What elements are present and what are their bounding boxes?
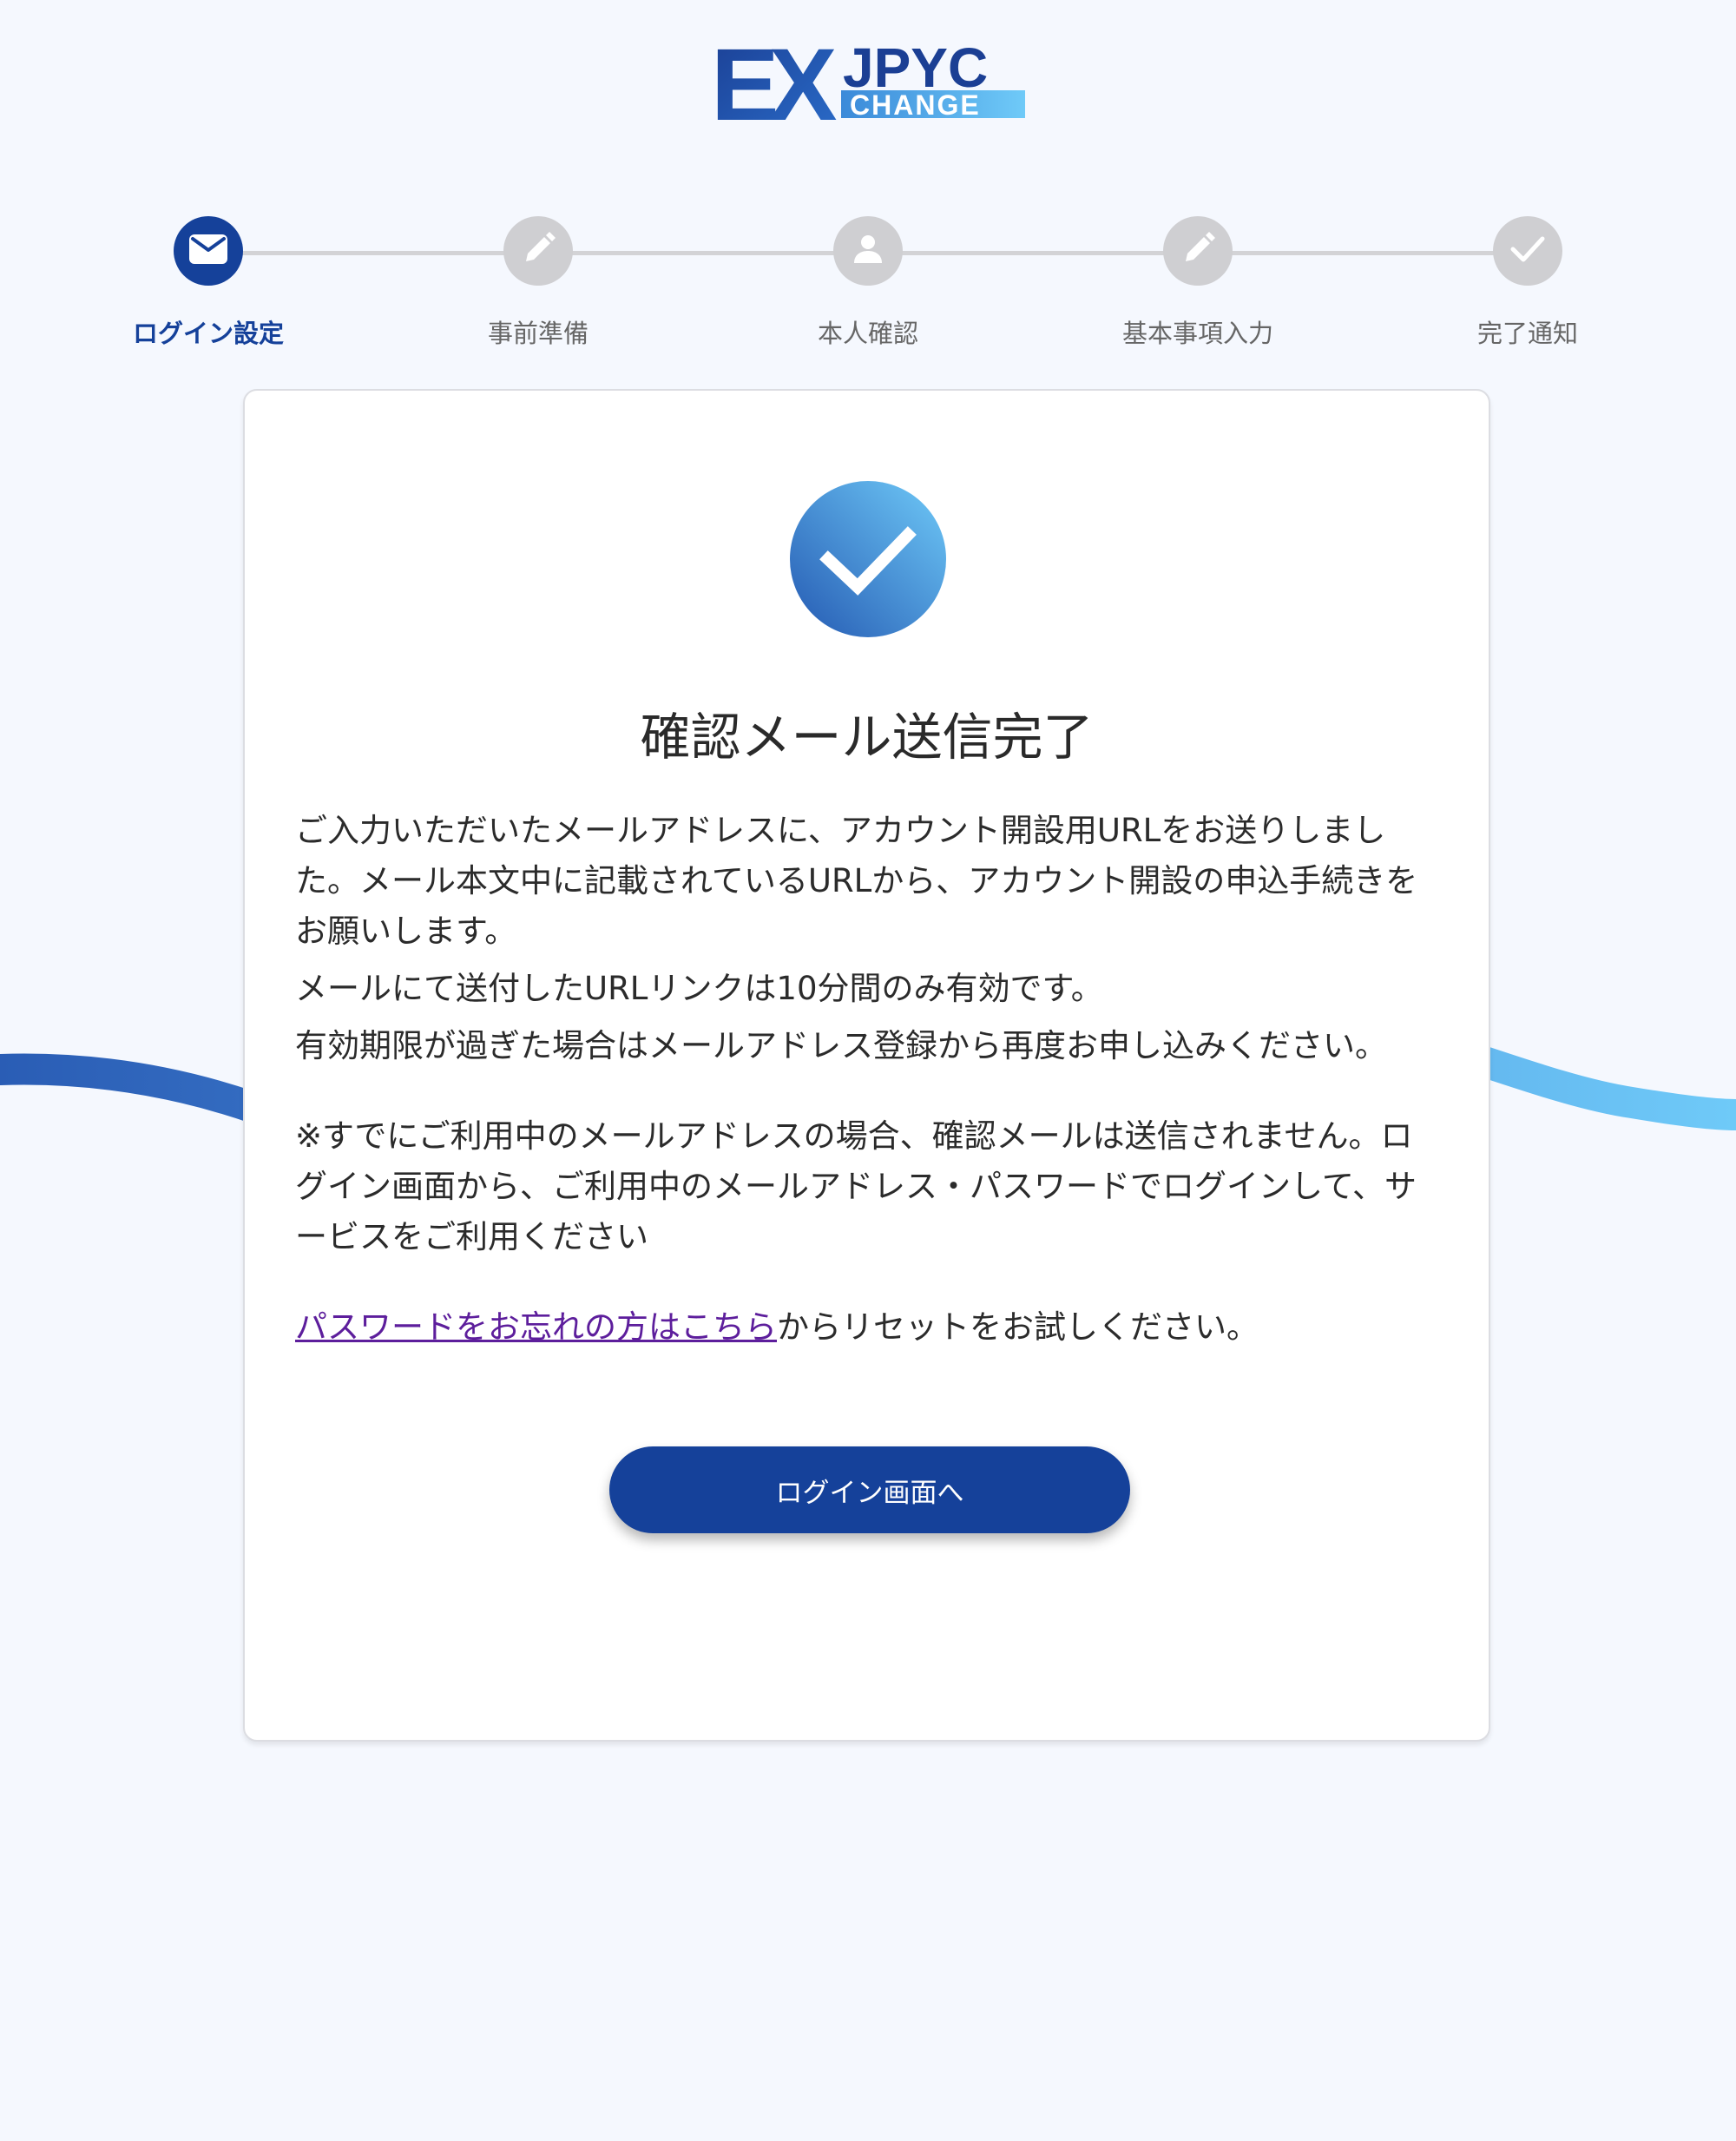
step-circle [1493,216,1562,286]
password-reset-link[interactable]: パスワードをお忘れの方はこちら [295,1308,777,1346]
login-screen-button[interactable]: ログイン画面へ [609,1446,1130,1533]
message-paragraph: ※すでにご利用中のメールアドレスの場合、確認メールは送信されません。ログイン画面… [295,1117,1417,1255]
confirmation-card: 確認メール送信完了 ご入力いただいたメールアドレスに、アカウント開設用URLをお… [243,389,1490,1742]
page-title: 確認メール送信完了 [640,708,1094,767]
message-paragraph: ご入力いただいたメールアドレスに、アカウント開設用URLをお送りしました。メール… [295,812,1418,950]
step-circle [503,216,573,286]
success-check-icon [790,481,946,637]
message-paragraph: 有効期限が過ぎた場合はメールアドレス登録から再度お申し込みください。 [295,1027,1387,1064]
step-label: 事前準備 [487,319,589,348]
step-label: 完了通知 [1476,319,1578,348]
step-label: 基本事項入力 [1121,319,1273,348]
pencil-icon [519,230,557,272]
person-icon [851,232,885,270]
check-icon [1509,234,1546,267]
step-basic-info: 基本事項入力 [1068,216,1328,350]
reset-suffix-text: からリセットをお試しください。 [777,1308,1259,1346]
message-body: ご入力いただいたメールアドレスに、アカウント開設用URLをお送りしました。メール… [295,806,1441,1353]
step-circle [833,216,903,286]
progress-stepper: ログイン設定 事前準備 本人確認 基本事項入力 完了通知 [0,0,1736,365]
mail-icon [187,233,229,269]
reset-paragraph: パスワードをお忘れの方はこちらからリセットをお試しください。 [295,1302,1441,1353]
step-label: ログイン設定 [132,319,284,348]
step-login-settings: ログイン設定 [78,216,339,350]
step-circle [1163,216,1233,286]
step-preparation: 事前準備 [408,216,668,350]
step-identity-verification: 本人確認 [738,216,998,350]
step-completion: 完了通知 [1397,216,1658,350]
message-paragraph: メールにて送付したURLリンクは10分間のみ有効です。 [295,970,1103,1007]
step-label: 本人確認 [817,319,918,348]
pencil-icon [1179,230,1217,272]
step-circle [174,216,243,286]
